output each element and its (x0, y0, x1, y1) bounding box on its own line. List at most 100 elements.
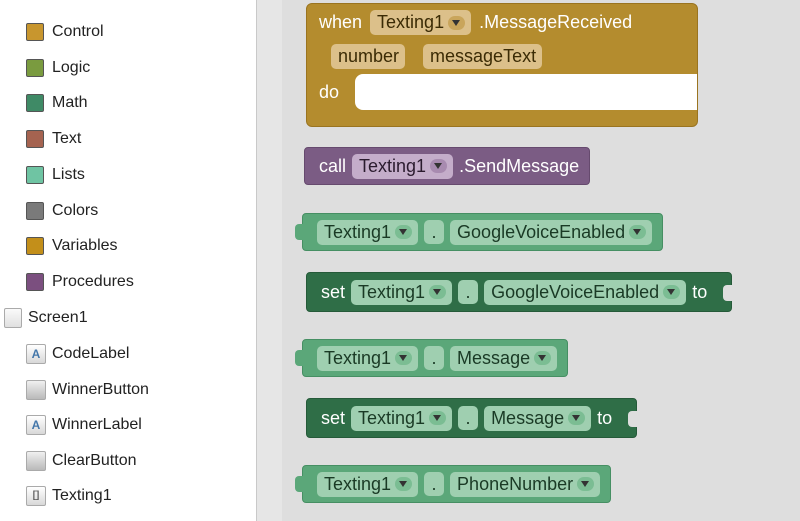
chevron-down-icon (395, 351, 413, 365)
call-method-block[interactable]: call Texting1 .SendMessage (304, 147, 591, 185)
category-label: Procedures (52, 273, 134, 290)
category-label: Math (52, 94, 88, 111)
component-dropdown[interactable]: Texting1 (351, 279, 453, 305)
chevron-down-icon (534, 351, 552, 365)
getter-block-message[interactable]: Texting1 . Message (295, 339, 569, 377)
palette-category-math[interactable]: Math (26, 90, 88, 116)
tree-item-label: ClearButton (52, 452, 137, 469)
property-name: Message (457, 347, 531, 368)
component-dropdown[interactable]: Texting1 (370, 10, 472, 35)
chevron-down-icon (430, 159, 448, 173)
tree-item-label: WinnerLabel (52, 416, 142, 433)
category-label: Logic (52, 59, 91, 76)
lists-swatch-icon (26, 166, 44, 184)
to-keyword: to (692, 281, 708, 302)
event-param-number[interactable]: number (331, 44, 406, 69)
chevron-down-icon (629, 225, 647, 239)
event-name: .MessageReceived (479, 12, 633, 32)
property-dropdown[interactable]: GoogleVoiceEnabled (484, 279, 687, 305)
tree-item-screen1[interactable]: Screen1 (4, 305, 88, 331)
tree-item-label: Screen1 (28, 309, 88, 326)
statement-slot[interactable] (355, 74, 697, 110)
call-keyword: call (319, 155, 347, 176)
getter-block-googlevoiceenabled[interactable]: Texting1 . GoogleVoiceEnabled (295, 213, 664, 251)
variables-swatch-icon (26, 237, 44, 255)
dot-separator: . (424, 220, 445, 244)
dot-separator: . (458, 280, 479, 304)
component-name: Texting1 (359, 155, 427, 176)
setter-block-message[interactable]: set Texting1 . Message to (306, 398, 639, 438)
to-keyword: to (597, 407, 613, 428)
chevron-down-icon (448, 15, 466, 30)
palette-category-lists[interactable]: Lists (26, 162, 85, 188)
tree-item-winnerbutton[interactable]: WinnerButton (26, 377, 149, 403)
property-name: Message (491, 407, 565, 428)
component-name: Texting1 (358, 407, 426, 428)
palette-category-text[interactable]: Text (26, 126, 81, 152)
value-socket[interactable] (723, 285, 734, 301)
chevron-down-icon (429, 285, 447, 299)
property-dropdown[interactable]: GoogleVoiceEnabled (450, 219, 653, 245)
logic-swatch-icon (26, 59, 44, 77)
dot-separator: . (424, 346, 445, 370)
category-label: Variables (52, 237, 118, 254)
component-dropdown[interactable]: Texting1 (352, 153, 454, 179)
palette-category-logic[interactable]: Logic (26, 55, 90, 81)
component-dropdown[interactable]: Texting1 (351, 405, 453, 431)
getter-block-phonenumber[interactable]: Texting1 . PhoneNumber (295, 465, 612, 503)
tree-item-winnerlabel[interactable]: A WinnerLabel (26, 412, 142, 438)
chevron-down-icon (577, 477, 595, 491)
component-dropdown[interactable]: Texting1 (317, 471, 419, 497)
property-dropdown[interactable]: Message (450, 345, 558, 371)
chevron-down-icon (395, 225, 413, 239)
event-handler-block[interactable]: when Texting1 .MessageReceived number me… (306, 3, 698, 127)
property-name: PhoneNumber (457, 473, 574, 494)
blocks-workspace[interactable]: when Texting1 .MessageReceived number me… (282, 0, 800, 521)
event-param-messagetext[interactable]: messageText (423, 44, 543, 69)
screen-icon (4, 308, 22, 328)
label-icon: A (26, 344, 46, 364)
tree-item-clearbutton[interactable]: ClearButton (26, 448, 137, 474)
set-keyword: set (321, 281, 346, 302)
palette-category-colors[interactable]: Colors (26, 198, 98, 224)
texting-icon: [] (26, 486, 46, 506)
palette-category-control[interactable]: Control (26, 19, 104, 45)
puzzle-connector (295, 476, 305, 492)
component-name: Texting1 (377, 12, 445, 32)
category-label: Control (52, 23, 104, 40)
button-icon (26, 380, 46, 400)
panel-scroll-gutter[interactable] (256, 0, 283, 521)
tree-item-texting1[interactable]: [] Texting1 (18, 478, 131, 514)
palette-category-variables[interactable]: Variables (26, 233, 118, 259)
chevron-down-icon (429, 411, 447, 425)
property-name: GoogleVoiceEnabled (457, 221, 626, 242)
tree-item-codelabel[interactable]: A CodeLabel (26, 341, 129, 367)
property-dropdown[interactable]: PhoneNumber (450, 471, 601, 497)
component-dropdown[interactable]: Texting1 (317, 345, 419, 371)
puzzle-connector (295, 350, 305, 366)
chevron-down-icon (663, 285, 681, 299)
component-name: Texting1 (324, 347, 392, 368)
set-keyword: set (321, 407, 346, 428)
category-label: Lists (52, 166, 85, 183)
tree-item-label: WinnerButton (52, 381, 149, 398)
procedures-swatch-icon (26, 273, 44, 291)
palette-category-procedures[interactable]: Procedures (26, 269, 134, 295)
math-swatch-icon (26, 94, 44, 112)
chevron-down-icon (568, 411, 586, 425)
chevron-down-icon (395, 477, 413, 491)
tree-item-label: CodeLabel (52, 345, 130, 362)
when-keyword: when (319, 12, 363, 32)
component-name: Texting1 (324, 473, 392, 494)
component-dropdown[interactable]: Texting1 (317, 219, 419, 245)
category-label: Text (52, 130, 82, 147)
category-label: Colors (52, 202, 99, 219)
text-swatch-icon (26, 130, 44, 148)
property-dropdown[interactable]: Message (484, 405, 592, 431)
setter-block-googlevoiceenabled[interactable]: set Texting1 . GoogleVoiceEnabled to (306, 272, 734, 312)
control-swatch-icon (26, 23, 44, 41)
puzzle-connector (295, 224, 305, 240)
property-name: GoogleVoiceEnabled (491, 281, 660, 302)
value-socket[interactable] (628, 411, 639, 427)
label-icon: A (26, 415, 46, 435)
